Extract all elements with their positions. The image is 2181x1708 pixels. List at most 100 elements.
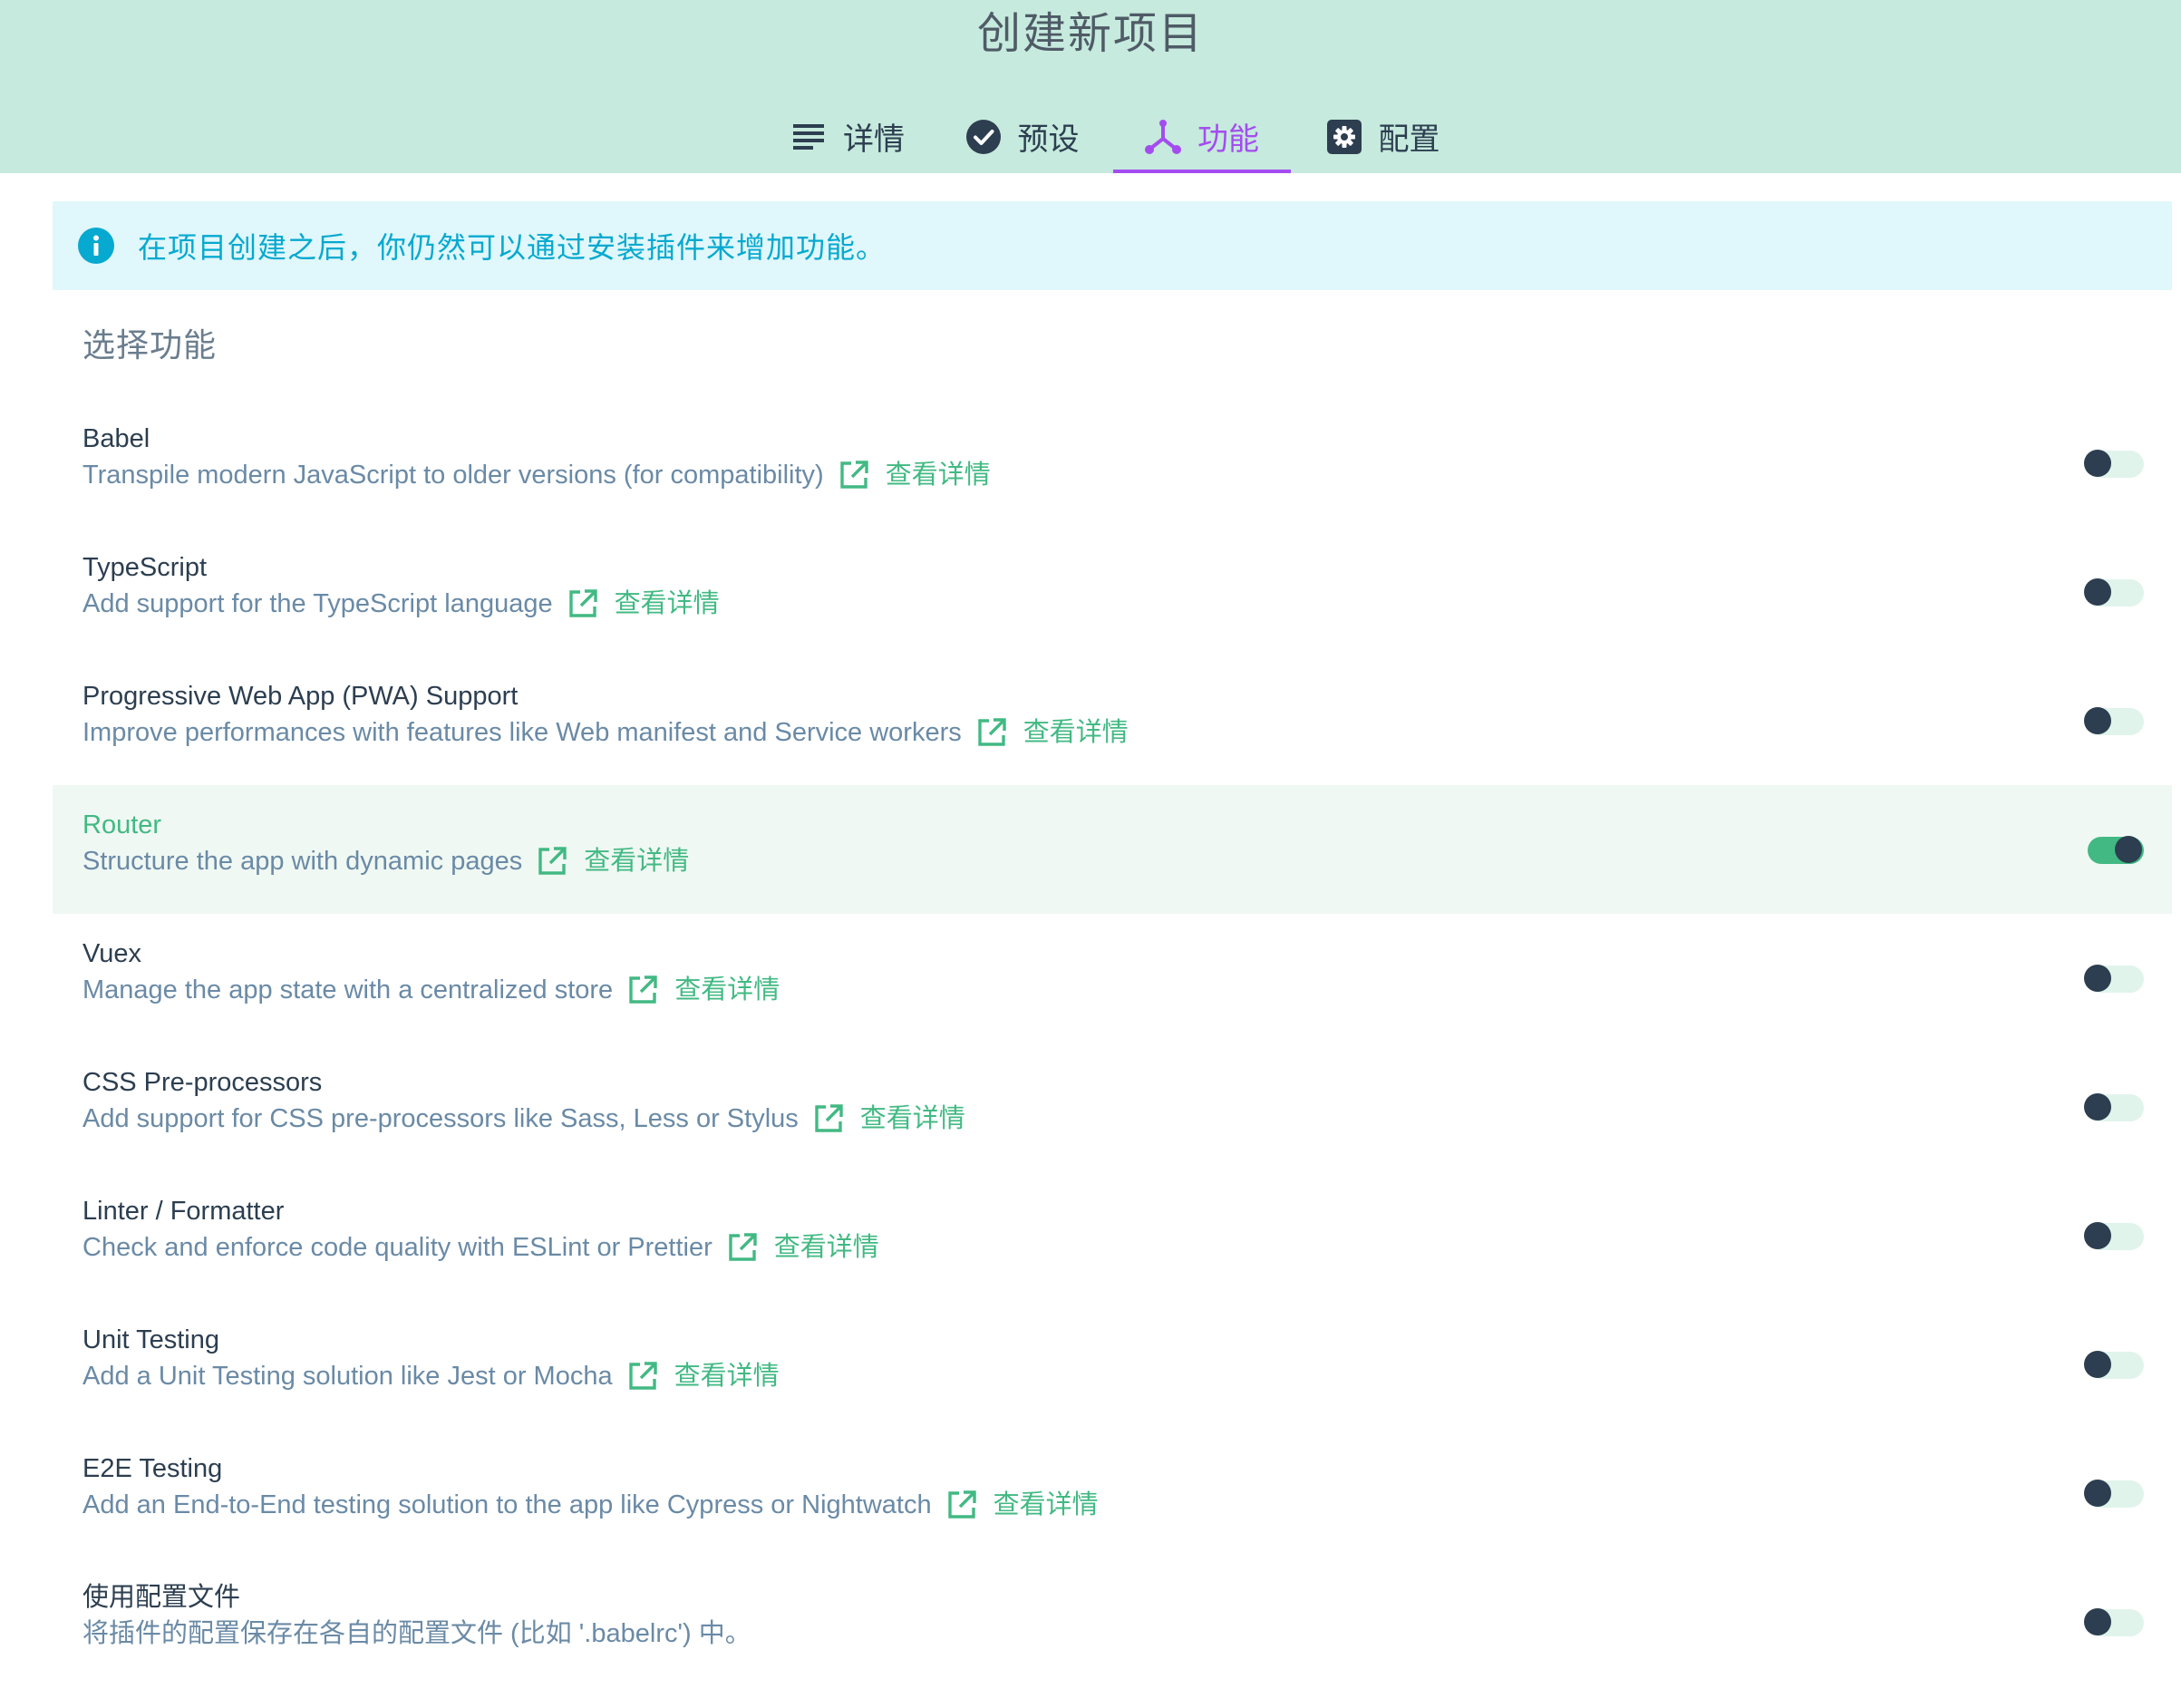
more-info-link[interactable]: 查看详情 bbox=[727, 1231, 879, 1264]
tab-bar: 详情 预设 功能 配置 bbox=[0, 100, 2181, 173]
feature-item-typescript[interactable]: TypeScript Add support for the TypeScrip… bbox=[53, 528, 2172, 656]
check-circle-icon bbox=[965, 119, 1002, 155]
more-info-link[interactable]: 查看详情 bbox=[813, 1102, 965, 1135]
feature-list: Babel Transpile modern JavaScript to old… bbox=[53, 399, 2172, 1686]
external-link-icon bbox=[838, 460, 869, 490]
feature-item-unit-testing[interactable]: Unit Testing Add a Unit Testing solution… bbox=[53, 1300, 2172, 1429]
more-info-label: 查看详情 bbox=[674, 975, 780, 1004]
toggle-knob bbox=[2084, 450, 2111, 477]
tab-label: 配置 bbox=[1378, 122, 1440, 157]
more-info-link[interactable]: 查看详情 bbox=[627, 974, 780, 1006]
more-info-label: 查看详情 bbox=[885, 461, 991, 490]
toggle-knob bbox=[2084, 1093, 2111, 1121]
feature-description-row: Improve performances with features like … bbox=[82, 716, 1129, 749]
feature-toggle[interactable] bbox=[2084, 1607, 2144, 1636]
feature-description: Structure the app with dynamic pages bbox=[82, 847, 523, 876]
tab-features[interactable]: 功能 bbox=[1113, 100, 1291, 173]
feature-toggle[interactable] bbox=[2084, 835, 2144, 864]
toggle-knob bbox=[2084, 578, 2111, 606]
gear-icon bbox=[1326, 119, 1362, 155]
fork-icon bbox=[1145, 119, 1181, 155]
header-bar: 创建新项目 详情 预设 功能 配置 bbox=[0, 0, 2181, 173]
external-link-icon bbox=[537, 846, 567, 877]
toggle-knob bbox=[2084, 707, 2111, 734]
more-info-label: 查看详情 bbox=[674, 1362, 780, 1391]
toggle-knob bbox=[2115, 836, 2142, 863]
external-link-icon bbox=[813, 1103, 844, 1134]
more-info-link[interactable]: 查看详情 bbox=[567, 587, 720, 620]
more-info-label: 查看详情 bbox=[584, 847, 690, 876]
feature-item-e2e-testing[interactable]: E2E Testing Add an End-to-End testing so… bbox=[53, 1429, 2172, 1558]
page-title: 创建新项目 bbox=[976, 10, 1204, 58]
feature-description: 将插件的配置保存在各自的配置文件 (比如 '.babelrc') 中。 bbox=[82, 1619, 751, 1648]
more-info-link[interactable]: 查看详情 bbox=[627, 1360, 780, 1393]
more-info-label: 查看详情 bbox=[773, 1233, 879, 1262]
feature-description: Manage the app state with a centralized … bbox=[82, 975, 614, 1004]
tab-details[interactable]: 详情 bbox=[780, 100, 916, 173]
external-link-icon bbox=[567, 588, 598, 619]
more-info-label: 查看详情 bbox=[614, 589, 720, 618]
feature-item-linter[interactable]: Linter / Formatter Check and enforce cod… bbox=[53, 1171, 2172, 1300]
more-info-link[interactable]: 查看详情 bbox=[946, 1489, 1099, 1521]
feature-description-row: Transpile modern JavaScript to older ver… bbox=[82, 459, 991, 491]
toggle-knob bbox=[2084, 1351, 2111, 1378]
more-info-label: 查看详情 bbox=[859, 1104, 965, 1133]
feature-toggle[interactable] bbox=[2084, 449, 2144, 478]
feature-description: Add support for CSS pre-processors like … bbox=[82, 1104, 799, 1133]
feature-description: Add a Unit Testing solution like Jest or… bbox=[82, 1362, 613, 1391]
feature-toggle[interactable] bbox=[2084, 1092, 2144, 1121]
feature-description: Add support for the TypeScript language bbox=[82, 589, 553, 618]
external-link-icon bbox=[627, 975, 658, 1005]
feature-description-row: Check and enforce code quality with ESLi… bbox=[82, 1231, 879, 1264]
feature-name: Babel bbox=[82, 424, 150, 453]
feature-description: Transpile modern JavaScript to older ver… bbox=[82, 461, 824, 490]
feature-description-row: Manage the app state with a centralized … bbox=[82, 974, 780, 1006]
tab-label: 详情 bbox=[843, 122, 905, 157]
list-icon bbox=[790, 119, 827, 155]
feature-name: Linter / Formatter bbox=[82, 1197, 285, 1226]
info-text: 在项目创建之后，你仍然可以通过安装插件来增加功能。 bbox=[138, 231, 887, 264]
feature-toggle[interactable] bbox=[2084, 577, 2144, 607]
feature-name: TypeScript bbox=[82, 553, 207, 582]
toggle-knob bbox=[2084, 1608, 2111, 1635]
feature-description-row: Add an End-to-End testing solution to th… bbox=[82, 1489, 1099, 1521]
toggle-knob bbox=[2084, 1222, 2111, 1249]
external-link-icon bbox=[627, 1361, 658, 1392]
feature-description: Check and enforce code quality with ESLi… bbox=[82, 1233, 712, 1262]
feature-toggle[interactable] bbox=[2084, 1350, 2144, 1379]
feature-description-row: Add support for CSS pre-processors like … bbox=[82, 1102, 965, 1135]
tab-presets[interactable]: 预设 bbox=[952, 100, 1092, 173]
feature-item-router[interactable]: Router Structure the app with dynamic pa… bbox=[53, 785, 2172, 914]
tab-config[interactable]: 配置 bbox=[1313, 100, 1453, 173]
feature-toggle[interactable] bbox=[2084, 1221, 2144, 1250]
external-link-icon bbox=[727, 1232, 758, 1263]
feature-description-row: Add a Unit Testing solution like Jest or… bbox=[82, 1360, 780, 1393]
more-info-link[interactable]: 查看详情 bbox=[838, 459, 991, 491]
external-link-icon bbox=[976, 717, 1007, 748]
feature-name: Vuex bbox=[82, 939, 142, 968]
feature-name: 使用配置文件 bbox=[82, 1583, 241, 1612]
external-link-icon bbox=[946, 1490, 977, 1520]
feature-item-config-files[interactable]: 使用配置文件 将插件的配置保存在各自的配置文件 (比如 '.babelrc') … bbox=[53, 1558, 2172, 1686]
toggle-knob bbox=[2084, 965, 2111, 992]
more-info-label: 查看详情 bbox=[993, 1490, 1099, 1519]
feature-item-babel[interactable]: Babel Transpile modern JavaScript to old… bbox=[53, 399, 2172, 528]
feature-item-vuex[interactable]: Vuex Manage the app state with a central… bbox=[53, 914, 2172, 1043]
feature-toggle[interactable] bbox=[2084, 706, 2144, 735]
feature-description: Add an End-to-End testing solution to th… bbox=[82, 1490, 932, 1519]
feature-description-row: Add support for the TypeScript language … bbox=[82, 587, 720, 620]
more-info-link[interactable]: 查看详情 bbox=[537, 845, 689, 878]
feature-name: Progressive Web App (PWA) Support bbox=[82, 682, 519, 711]
feature-name: Unit Testing bbox=[82, 1325, 219, 1354]
feature-description-row: Structure the app with dynamic pages 查看详… bbox=[82, 845, 689, 878]
feature-item-pwa[interactable]: Progressive Web App (PWA) Support Improv… bbox=[53, 656, 2172, 785]
feature-description: Improve performances with features like … bbox=[82, 718, 962, 747]
tab-label: 预设 bbox=[1017, 122, 1080, 157]
more-info-label: 查看详情 bbox=[1023, 718, 1129, 747]
info-icon bbox=[78, 228, 114, 264]
info-banner: 在项目创建之后，你仍然可以通过安装插件来增加功能。 bbox=[53, 201, 2172, 290]
feature-item-css-preprocessors[interactable]: CSS Pre-processors Add support for CSS p… bbox=[53, 1043, 2172, 1171]
feature-toggle[interactable] bbox=[2084, 1479, 2144, 1508]
more-info-link[interactable]: 查看详情 bbox=[976, 716, 1129, 749]
feature-toggle[interactable] bbox=[2084, 964, 2144, 993]
